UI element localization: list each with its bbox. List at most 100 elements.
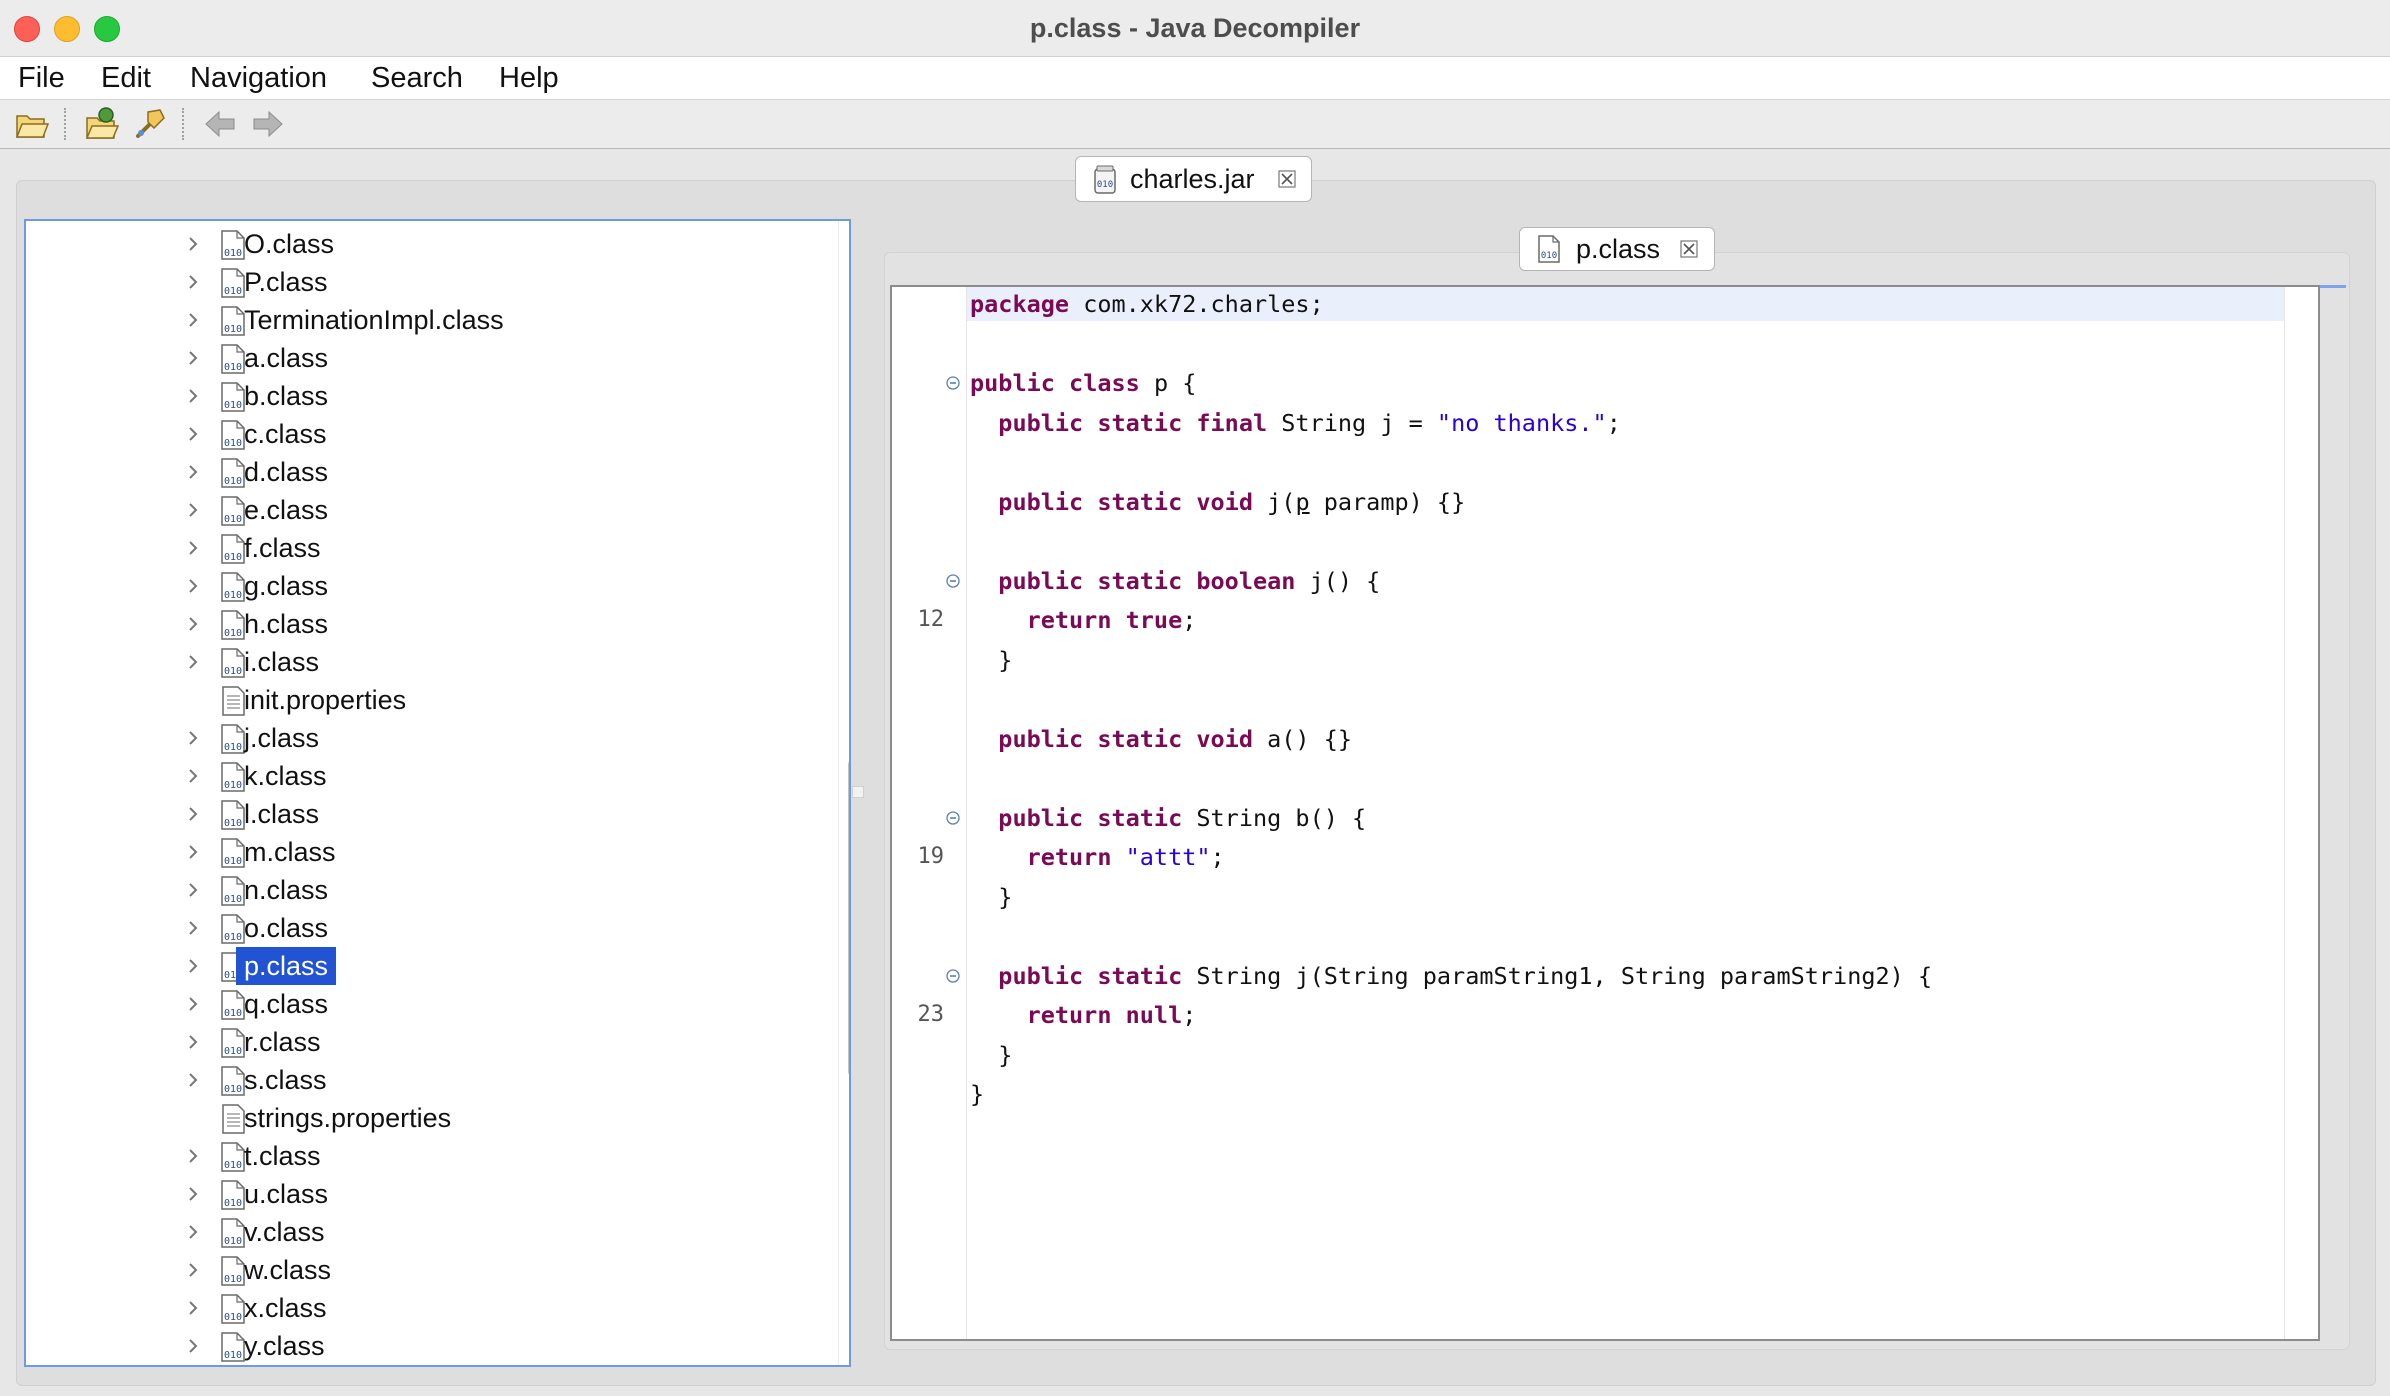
tree-item-label: i.class: [244, 647, 320, 677]
tree-item[interactable]: 010 d.class: [26, 453, 826, 491]
chevron-right-icon[interactable]: [186, 1185, 200, 1203]
code-line: public static void a() {}: [998, 724, 1353, 753]
toolbar-separator: [64, 108, 66, 140]
close-tab-icon[interactable]: [1680, 240, 1698, 258]
package-tree[interactable]: 010 O.class 010 P.class 010 TerminationImpl.c…: [24, 219, 851, 1367]
chevron-right-icon[interactable]: [186, 653, 200, 671]
chevron-right-icon[interactable]: [186, 425, 200, 443]
tree-item[interactable]: 010 m.class: [26, 833, 826, 871]
chevron-right-icon[interactable]: [186, 349, 200, 367]
fold-collapse-icon[interactable]: [946, 968, 960, 983]
tree-item[interactable]: 010 TerminationImpl.class: [26, 301, 826, 339]
tree-item[interactable]: 010 a.class: [26, 339, 826, 377]
tree-scrollbar-track[interactable]: [838, 221, 849, 1365]
tree-scrollbar-thumb[interactable]: [848, 757, 849, 1079]
tree-item-label: r.class: [244, 1027, 321, 1057]
line-number: 23: [917, 1002, 945, 1027]
chevron-right-icon[interactable]: [186, 767, 200, 785]
tab-p-class[interactable]: 010 p.class: [1519, 227, 1715, 271]
search-type-icon[interactable]: [132, 106, 168, 142]
chevron-right-icon[interactable]: [186, 995, 200, 1013]
tree-item[interactable]: 010 c.class: [26, 415, 826, 453]
tree-item[interactable]: 010 O.class: [26, 225, 826, 263]
svg-text:010: 010: [1097, 180, 1113, 190]
tree-item[interactable]: 010 k.class: [26, 757, 826, 795]
chevron-right-icon[interactable]: [186, 1261, 200, 1279]
tree-item[interactable]: 010 j.class: [26, 719, 826, 757]
chevron-right-icon[interactable]: [186, 1147, 200, 1165]
tree-item[interactable]: 010 i.class: [26, 643, 826, 681]
tree-item[interactable]: 010 q.class: [26, 985, 826, 1023]
tree-item[interactable]: 010 f.class: [26, 529, 826, 567]
chevron-right-icon[interactable]: [186, 1071, 200, 1089]
tree-item[interactable]: 010 p.class: [26, 947, 826, 985]
open-type-icon[interactable]: [84, 106, 120, 142]
chevron-right-icon[interactable]: [186, 881, 200, 899]
line-number: 12: [917, 607, 945, 632]
chevron-right-icon[interactable]: [186, 1299, 200, 1317]
forward-arrow-icon[interactable]: [250, 106, 286, 142]
fold-collapse-icon[interactable]: [946, 810, 960, 825]
tree-item[interactable]: 010 y.class: [26, 1327, 826, 1365]
tree-item[interactable]: strings.properties: [26, 1099, 826, 1137]
editor-scrollbar-track[interactable]: [2284, 287, 2317, 1339]
chevron-right-icon[interactable]: [186, 1033, 200, 1051]
chevron-right-icon[interactable]: [186, 235, 200, 253]
tree-item-label: x.class: [244, 1293, 327, 1323]
menu-help[interactable]: Help: [499, 57, 559, 99]
menu-edit[interactable]: Edit: [101, 57, 151, 99]
tree-item[interactable]: 010 r.class: [26, 1023, 826, 1061]
menu-navigation[interactable]: Navigation: [190, 57, 327, 99]
chevron-right-icon[interactable]: [186, 957, 200, 975]
tree-item[interactable]: 010 s.class: [26, 1061, 826, 1099]
chevron-right-icon[interactable]: [186, 387, 200, 405]
chevron-right-icon[interactable]: [186, 273, 200, 291]
tree-item-label: b.class: [244, 381, 329, 411]
chevron-right-icon[interactable]: [186, 843, 200, 861]
open-folder-icon[interactable]: [14, 106, 50, 142]
window-title: p.class - Java Decompiler: [1029, 13, 1361, 43]
chevron-right-icon[interactable]: [186, 1337, 200, 1355]
tree-item[interactable]: 010 g.class: [26, 567, 826, 605]
tree-item[interactable]: 010 P.class: [26, 263, 826, 301]
close-tab-icon[interactable]: [1278, 170, 1296, 188]
tree-item[interactable]: 010 v.class: [26, 1213, 826, 1251]
tree-item-label: p.class: [236, 947, 337, 985]
chevron-right-icon[interactable]: [186, 501, 200, 519]
back-arrow-icon[interactable]: [202, 106, 238, 142]
tree-item[interactable]: 010 o.class: [26, 909, 826, 947]
fold-collapse-icon[interactable]: [946, 376, 960, 390]
chevron-right-icon[interactable]: [186, 615, 200, 633]
chevron-right-icon[interactable]: [186, 311, 200, 329]
chevron-right-icon[interactable]: [186, 805, 200, 823]
chevron-right-icon[interactable]: [186, 463, 200, 481]
tree-item-label: h.class: [244, 609, 329, 639]
code-editor[interactable]: 12 19 23 package com.xk72.charles; public c…: [890, 285, 2320, 1341]
code-line: public static final String j = "no thank…: [998, 408, 1621, 437]
code-line: }: [970, 882, 1013, 911]
menu-search[interactable]: Search: [371, 57, 463, 99]
tree-item[interactable]: 010 n.class: [26, 871, 826, 909]
tree-item[interactable]: 010 l.class: [26, 795, 826, 833]
tab-charles-jar[interactable]: 010 charles.jar: [1075, 156, 1312, 202]
chevron-right-icon[interactable]: [186, 729, 200, 747]
tree-item[interactable]: 010 x.class: [26, 1289, 826, 1327]
tree-item[interactable]: 010 u.class: [26, 1175, 826, 1213]
chevron-right-icon[interactable]: [186, 919, 200, 937]
chevron-right-icon[interactable]: [186, 577, 200, 595]
tree-item[interactable]: 010 e.class: [26, 491, 826, 529]
tree-item[interactable]: 010 t.class: [26, 1137, 826, 1175]
code-line: return null;: [1026, 1001, 1197, 1029]
tree-item[interactable]: init.properties: [26, 681, 826, 719]
tree-item[interactable]: 010 h.class: [26, 605, 826, 643]
menu-file[interactable]: File: [18, 57, 65, 99]
tree-item-label: init.properties: [244, 685, 407, 715]
tree-item-label: q.class: [244, 989, 329, 1019]
tree-item[interactable]: 010 w.class: [26, 1251, 826, 1289]
chevron-right-icon[interactable]: [186, 539, 200, 557]
fold-collapse-icon[interactable]: [946, 573, 960, 588]
splitter-handle[interactable]: [852, 786, 864, 798]
chevron-right-icon[interactable]: [186, 1223, 200, 1241]
tree-item[interactable]: 010 b.class: [26, 377, 826, 415]
code-line: public static String b() {: [998, 803, 1367, 832]
